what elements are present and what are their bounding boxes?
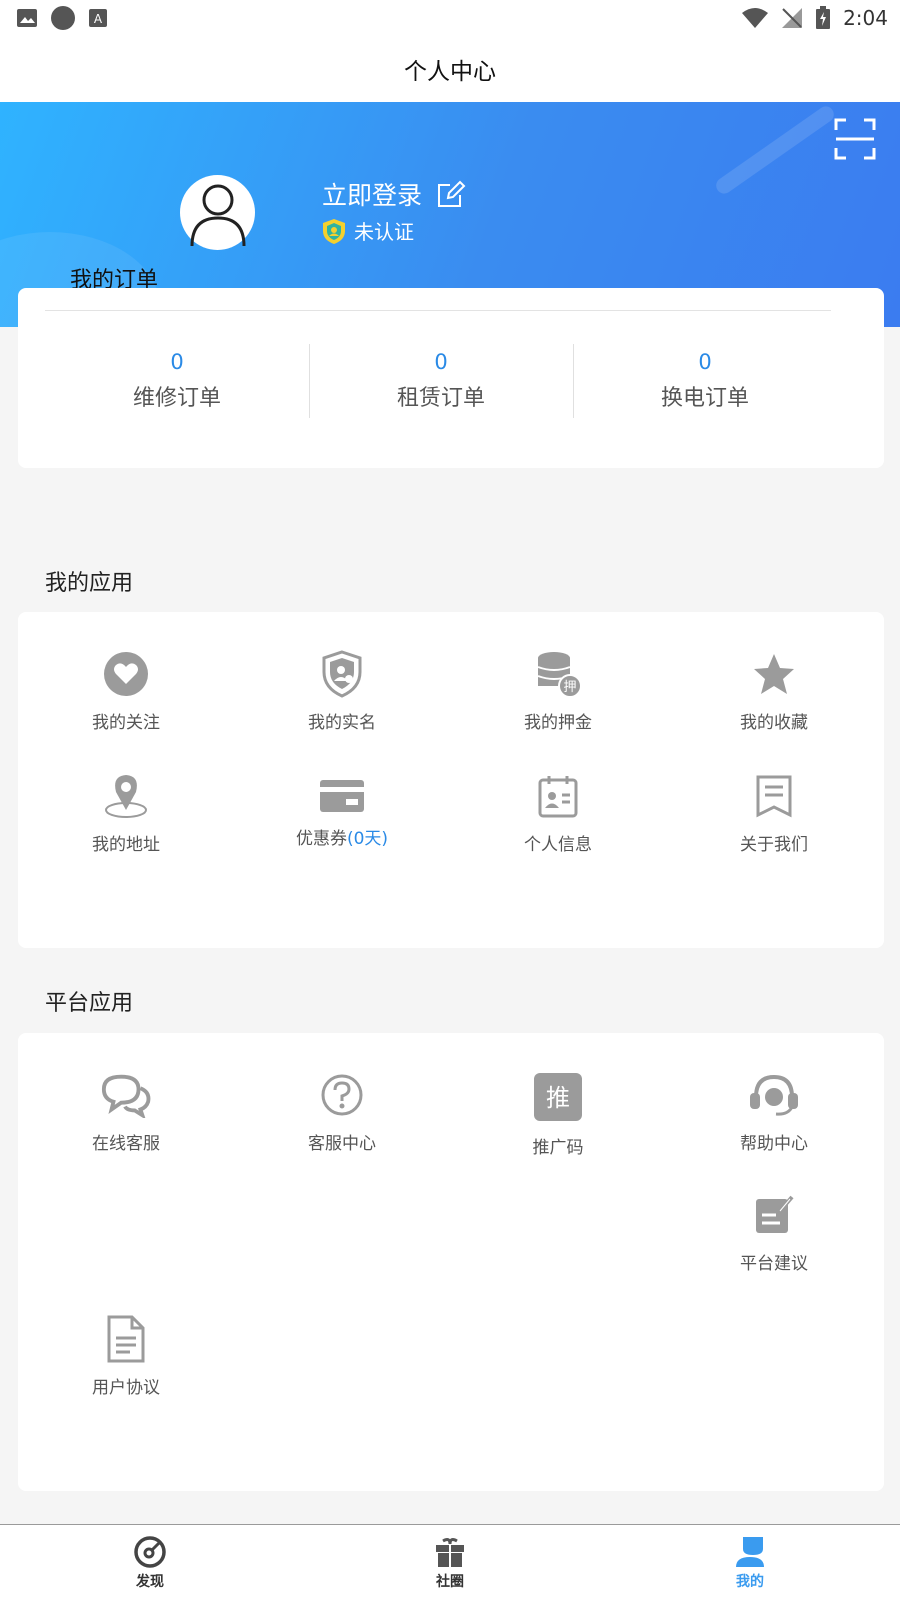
- status-bar: A 2:04: [0, 0, 900, 36]
- headset-icon: [750, 1074, 798, 1116]
- order-count: 0: [698, 350, 712, 374]
- platform-apps-heading: 平台应用: [45, 991, 134, 1016]
- app-deposit[interactable]: 押 我的押金: [478, 648, 638, 733]
- deposit-coins-icon: 押: [537, 652, 582, 698]
- app-label: 我的地址: [92, 835, 160, 855]
- edit-icon[interactable]: [436, 179, 466, 209]
- tab-label: 发现: [136, 1574, 164, 1590]
- app-label: 客服中心: [308, 1134, 376, 1154]
- location-pin-icon: [105, 775, 147, 818]
- app-label: 关于我们: [740, 835, 808, 855]
- app-label: 推广码: [532, 1138, 584, 1158]
- verify-status: 未认证: [354, 220, 414, 244]
- star-icon: [754, 654, 794, 694]
- app-address[interactable]: 我的地址: [46, 770, 206, 855]
- wifi-icon: [742, 8, 769, 28]
- order-label: 换电订单: [660, 386, 749, 411]
- app-follow[interactable]: 我的关注: [46, 648, 206, 733]
- app-favorites[interactable]: 我的收藏: [694, 648, 854, 733]
- app-label: 我的实名: [308, 713, 376, 733]
- bottom-tab-bar: 发现 社圈 我的: [0, 1524, 900, 1601]
- app-user-agreement[interactable]: 用户协议: [46, 1313, 206, 1398]
- svg-text:A: A: [94, 12, 103, 26]
- about-bookmark-icon: [756, 775, 792, 818]
- order-count: 0: [434, 350, 448, 374]
- coupon-label: 优惠券: [295, 829, 347, 849]
- app-help-center[interactable]: 帮助中心: [694, 1069, 854, 1154]
- battery-swap-orders[interactable]: 0 换电订单: [573, 344, 837, 418]
- app-label: 我的关注: [92, 713, 160, 733]
- rental-orders[interactable]: 0 租赁订单: [309, 344, 573, 418]
- chat-bubbles-icon: [101, 1074, 151, 1118]
- platform-apps-card: 在线客服 客服中心 推 推广码 帮助中心 平台建议 用户协议: [18, 1033, 884, 1491]
- promo-code-icon: 推: [534, 1073, 582, 1121]
- status-time: 2:04: [843, 6, 888, 30]
- discover-icon: [134, 1536, 166, 1568]
- tab-community[interactable]: 社圈: [300, 1525, 600, 1601]
- battery-icon: [816, 6, 831, 29]
- tab-label: 社圈: [436, 1574, 464, 1590]
- my-apps-heading: 我的应用: [45, 571, 134, 596]
- app-promo-code[interactable]: 推 推广码: [478, 1069, 638, 1158]
- page-title: 个人中心: [404, 59, 496, 85]
- no-signal-icon: [782, 8, 803, 28]
- app-realname[interactable]: 我的实名: [262, 648, 422, 733]
- orders-card: 0 维修订单 0 租赁订单 0 换电订单: [18, 288, 884, 468]
- circle-notification-icon: [51, 6, 75, 30]
- shield-badge-icon: [323, 218, 345, 244]
- svg-text:推: 推: [546, 1084, 570, 1112]
- user-icon: [736, 1537, 764, 1567]
- tab-label: 我的: [736, 1574, 764, 1590]
- app-label: 用户协议: [92, 1378, 160, 1398]
- title-bar: 个人中心: [0, 36, 900, 102]
- image-notification-icon: [17, 9, 37, 27]
- app-label: 我的押金: [524, 713, 592, 733]
- decorative-streak: [713, 103, 837, 197]
- order-count: 0: [170, 350, 184, 374]
- coupon-card-icon: [320, 780, 364, 812]
- scan-icon[interactable]: [834, 118, 876, 160]
- app-label: 个人信息: [524, 835, 592, 855]
- coupon-days: (0天): [346, 829, 389, 849]
- app-label: 平台建议: [740, 1254, 808, 1274]
- heart-icon: [104, 652, 148, 696]
- gift-icon: [436, 1538, 464, 1567]
- suggestion-edit-icon: [756, 1195, 794, 1233]
- app-label: 我的收藏: [740, 713, 808, 733]
- login-link[interactable]: 立即登录: [322, 176, 422, 212]
- app-about[interactable]: 关于我们: [694, 770, 854, 855]
- order-label: 租赁订单: [396, 386, 485, 411]
- order-label: 维修订单: [132, 386, 221, 411]
- app-coupons[interactable]: 优惠券(0天): [262, 770, 422, 849]
- app-label: 在线客服: [92, 1134, 160, 1154]
- document-icon: [107, 1315, 145, 1363]
- shield-user-icon: [322, 650, 362, 698]
- tab-mine[interactable]: 我的: [600, 1525, 900, 1601]
- tab-discover[interactable]: 发现: [0, 1525, 300, 1601]
- my-apps-card: 我的关注 我的实名 押 我的押金 我的收藏 我的地址 优惠券(0天) 个人信息 …: [18, 612, 884, 948]
- user-avatar-icon: [190, 184, 245, 246]
- app-suggestions[interactable]: 平台建议: [694, 1189, 854, 1274]
- svg-text:押: 押: [563, 680, 576, 695]
- question-icon: [321, 1074, 363, 1116]
- text-notification-icon: A: [89, 9, 107, 27]
- app-label: 优惠券(0天): [296, 824, 388, 849]
- repair-orders[interactable]: 0 维修订单: [45, 344, 309, 418]
- divider: [45, 310, 831, 311]
- app-label: 帮助中心: [740, 1134, 808, 1154]
- app-online-service[interactable]: 在线客服: [46, 1069, 206, 1154]
- avatar[interactable]: [180, 175, 255, 250]
- app-personal-info[interactable]: 个人信息: [478, 770, 638, 855]
- id-card-icon: [538, 776, 578, 818]
- app-service-center[interactable]: 客服中心: [262, 1069, 422, 1154]
